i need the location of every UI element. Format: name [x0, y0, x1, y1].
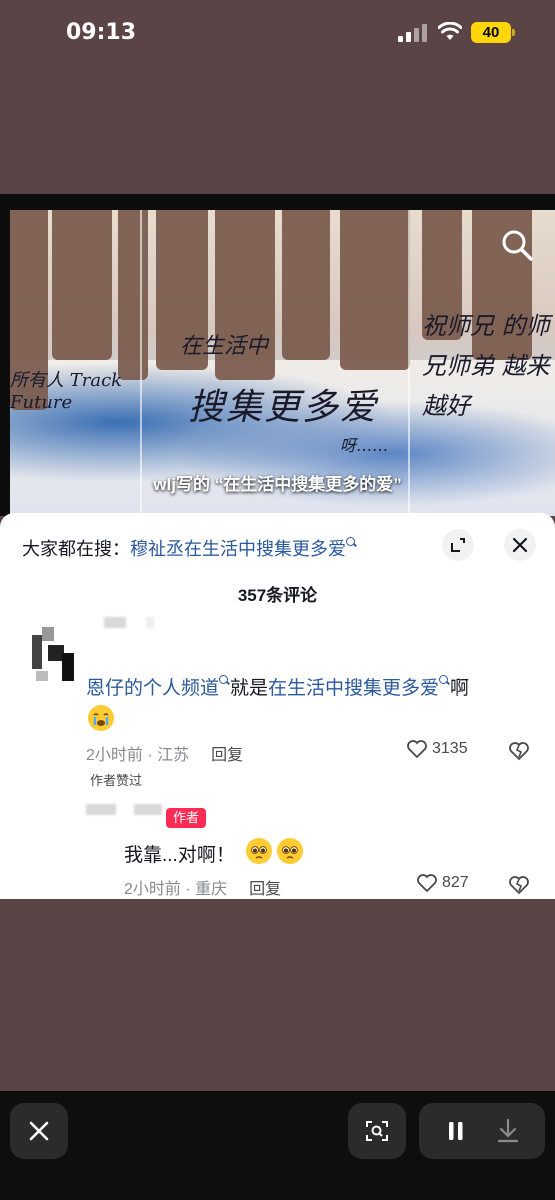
handwriting-right: 祝师兄 的师兄师弟 越来越好 — [422, 312, 550, 420]
scan-icon — [366, 1121, 388, 1141]
handwriting-center-tail: 呀…… — [340, 436, 389, 455]
video-caption: wlj写的 “在生活中搜集更多的爱” — [153, 475, 402, 494]
heart-icon — [407, 740, 427, 759]
trending-search-prefix: 大家都在搜： — [22, 539, 130, 559]
username-blurred[interactable] — [104, 617, 126, 628]
close-icon — [512, 537, 528, 553]
expand-button[interactable] — [442, 529, 474, 561]
wifi-icon — [438, 22, 462, 40]
avatar[interactable] — [32, 627, 76, 683]
reply-button[interactable]: 回复 — [211, 747, 243, 764]
trending-search-query[interactable]: 穆祉丞在生活中搜集更多爱 — [130, 539, 346, 559]
reply-like-count: 827 — [442, 874, 469, 892]
search-icon — [439, 675, 450, 686]
cellular-signal-icon — [398, 24, 428, 42]
like-button[interactable]: 3135 — [406, 739, 468, 759]
close-comments-button[interactable] — [504, 529, 536, 561]
search-icon — [346, 537, 357, 548]
username-blurred-part — [146, 617, 154, 628]
close-icon — [29, 1121, 49, 1141]
comment-link-search[interactable]: 在生活中搜集更多爱 — [268, 678, 439, 699]
author-liked-label: 作者赞过 — [90, 773, 143, 788]
comment-time-location: 2小时前 · 江苏 — [86, 747, 190, 764]
battery-indicator: 40 — [471, 22, 515, 43]
expand-icon — [451, 538, 465, 552]
reply-time-location: 2小时前 · 重庆 — [124, 881, 228, 898]
comment-text: 恩仔的个人频道 就是在生活中搜集更多爱啊 — [86, 673, 469, 700]
dislike-heart-icon[interactable] — [508, 741, 530, 761]
comment-link-channel[interactable]: 恩仔的个人频道 — [86, 678, 219, 699]
media-controls — [419, 1103, 545, 1159]
comment-text-mid: 就是 — [230, 678, 269, 699]
like-count: 3135 — [432, 740, 468, 758]
close-button[interactable] — [10, 1103, 68, 1159]
reply-button[interactable]: 回复 — [249, 881, 281, 898]
pause-icon[interactable] — [437, 1103, 475, 1159]
search-icon[interactable] — [500, 228, 534, 262]
reply-username-blurred-part — [134, 804, 162, 815]
reply-username-blurred[interactable] — [86, 804, 116, 815]
author-badge: 作者 — [166, 808, 206, 828]
download-icon[interactable] — [489, 1103, 527, 1159]
pleading-emoji-icon — [277, 838, 303, 864]
reply-meta: 2小时前 · 重庆 回复 — [124, 875, 281, 899]
reply-like-button[interactable]: 827 — [416, 873, 469, 893]
dislike-heart-icon[interactable] — [508, 875, 530, 895]
handwriting-left: 所有人 Track Future — [10, 370, 123, 413]
status-time: 09:13 — [66, 20, 137, 45]
handwriting-center-top: 在生活中 — [180, 334, 269, 359]
heart-icon — [417, 874, 437, 893]
pleading-emoji-icon — [246, 838, 272, 864]
comment-count: 357条评论 — [237, 586, 318, 605]
search-icon — [219, 675, 230, 686]
handwriting-center-main: 搜集更多爱 — [188, 387, 379, 428]
trending-search-bar[interactable]: 大家都在搜：穆祉丞在生活中搜集更多爱 — [22, 535, 357, 561]
comments-sheet: 大家都在搜：穆祉丞在生活中搜集更多爱 357条评论 恩仔的个人频道 就是在生活中搜… — [0, 513, 555, 899]
comment-text-end: 啊 — [450, 678, 470, 699]
scan-button[interactable] — [348, 1103, 406, 1159]
status-bar: 09:13 40 — [0, 0, 555, 66]
comment-meta: 2小时前 · 江苏 回复 — [86, 741, 243, 765]
reply-text: 我靠...对啊！ — [124, 845, 235, 866]
crying-emoji-icon — [88, 705, 114, 731]
